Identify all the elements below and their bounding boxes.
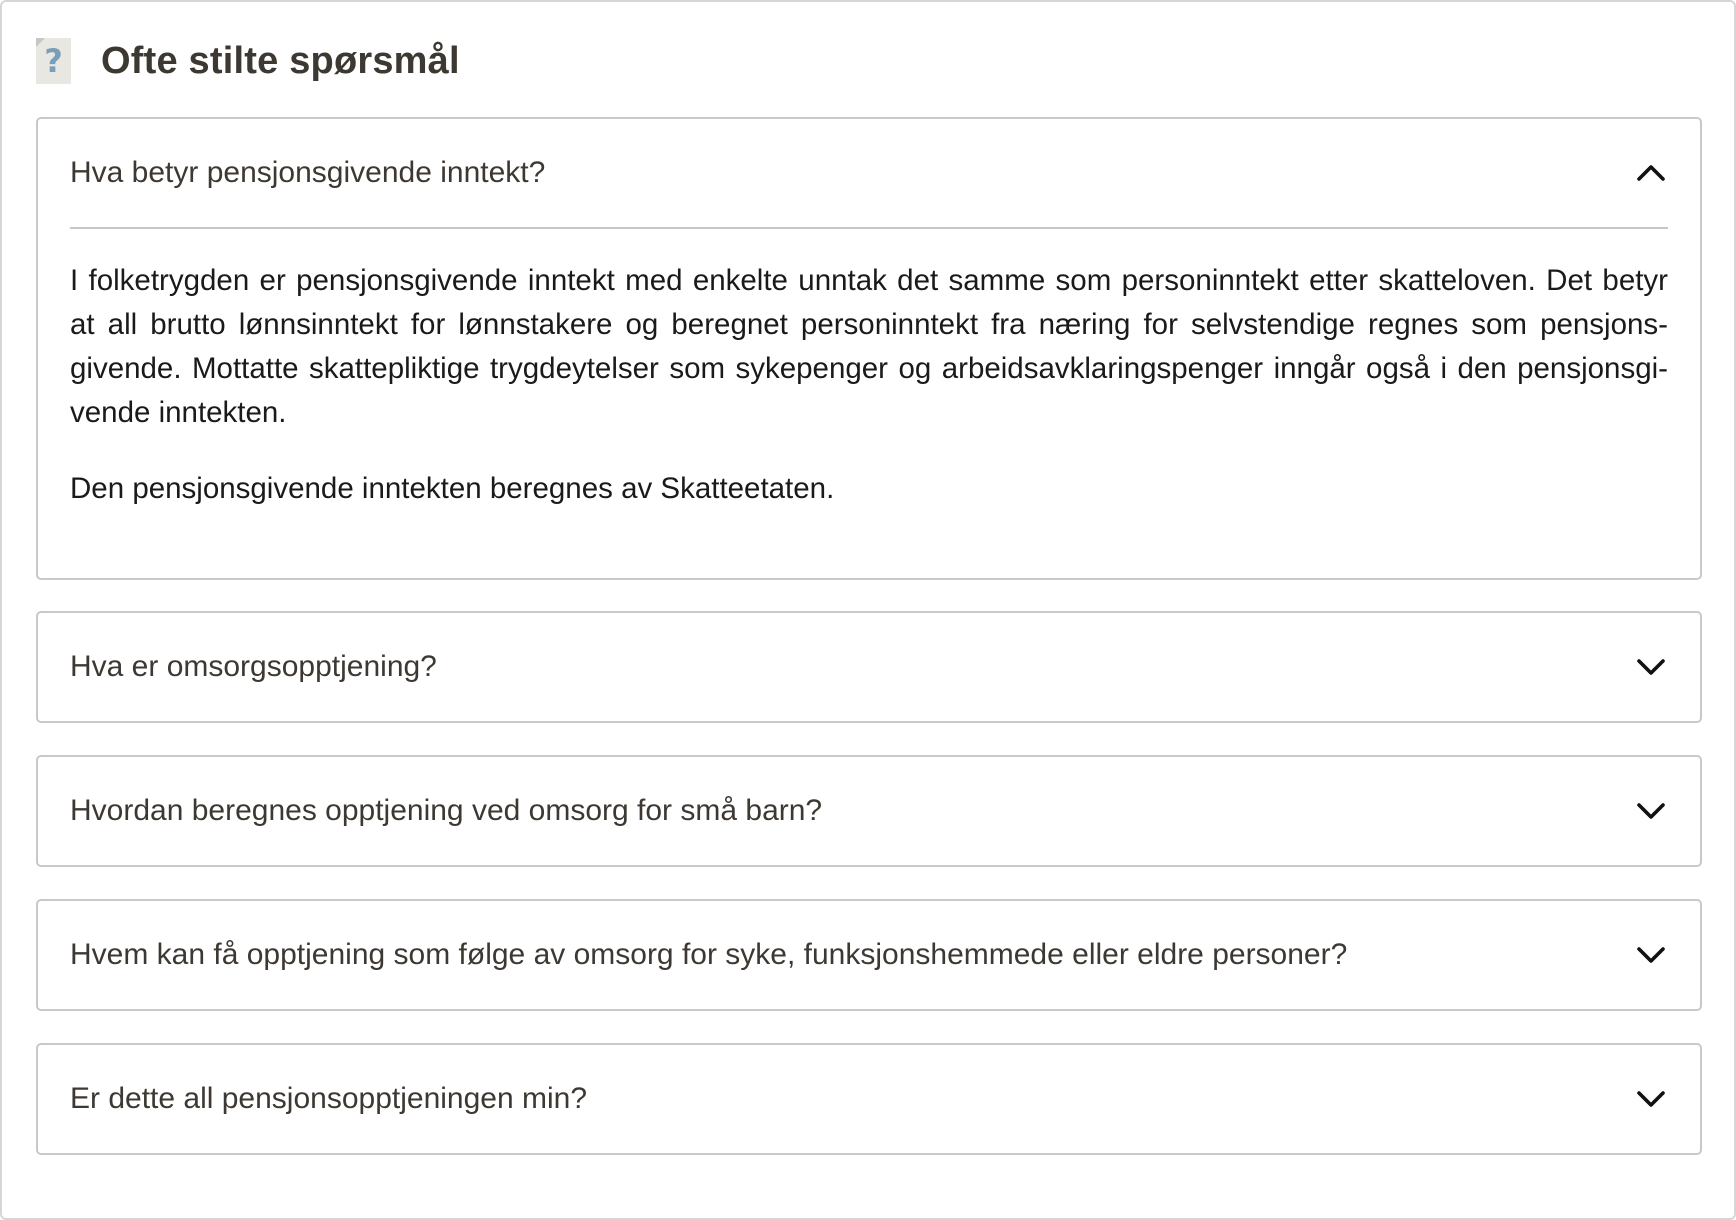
faq-question: Hvem kan få opptjening som følge av omso… [70,938,1348,971]
page-title: Ofte stilte spørsmål [101,39,460,82]
faq-toggle-omsorg-syke-eldre[interactable]: Hvem kan få opptjening som følge av omso… [38,901,1700,1009]
chevron-down-icon [1637,803,1665,819]
chevron-down-icon [1637,947,1665,963]
faq-item-omsorgsopptjening: Hva er omsorgsopptjening? [36,611,1702,723]
faq-toggle-pensjonsgivende-inntekt[interactable]: Hva betyr pensjonsgivende inntekt? [38,119,1700,227]
faq-question: Er dette all pensjonsopptjeningen min? [70,1082,588,1115]
faq-answer: I folketrygden er pensjonsgivende inntek… [38,229,1700,511]
faq-answer-paragraph: Den pensjonsgivende inntekten beregnes a… [70,472,835,505]
faq-toggle-all-pensjonsopptjening[interactable]: Er dette all pensjonsopptjeningen min? [38,1045,1700,1153]
chevron-down-icon [1637,1091,1665,1107]
faq-question: Hva er omsorgsopptjening? [70,650,437,683]
faq-question: Hvordan beregnes opptjening ved omsorg f… [70,794,823,827]
question-mark-icon: ? [36,38,71,84]
faq-item-omsorg-smaa-barn: Hvordan beregnes opptjening ved omsorg f… [36,755,1702,867]
chevron-down-icon [1637,659,1665,675]
faq-item-pensjonsgivende-inntekt: Hva betyr pensjonsgivende inntekt? I fol… [36,117,1702,580]
faq-header: ? Ofte stilte spørsmål [36,36,460,86]
faq-question: Hva betyr pensjonsgivende inntekt? [70,156,546,189]
faq-answer-paragraph: I folketrygden er pensjonsgivende inntek… [70,264,1668,429]
faq-item-omsorg-syke-eldre: Hvem kan få opptjening som følge av omso… [36,899,1702,1011]
faq-toggle-omsorg-smaa-barn[interactable]: Hvordan beregnes opptjening ved omsorg f… [38,757,1700,865]
faq-toggle-omsorgsopptjening[interactable]: Hva er omsorgsopptjening? [38,613,1700,721]
faq-panel: ? Ofte stilte spørsmål Hva betyr pensjon… [0,0,1736,1220]
faq-item-all-pensjonsopptjening: Er dette all pensjonsopptjeningen min? [36,1043,1702,1155]
chevron-up-icon [1637,165,1665,181]
